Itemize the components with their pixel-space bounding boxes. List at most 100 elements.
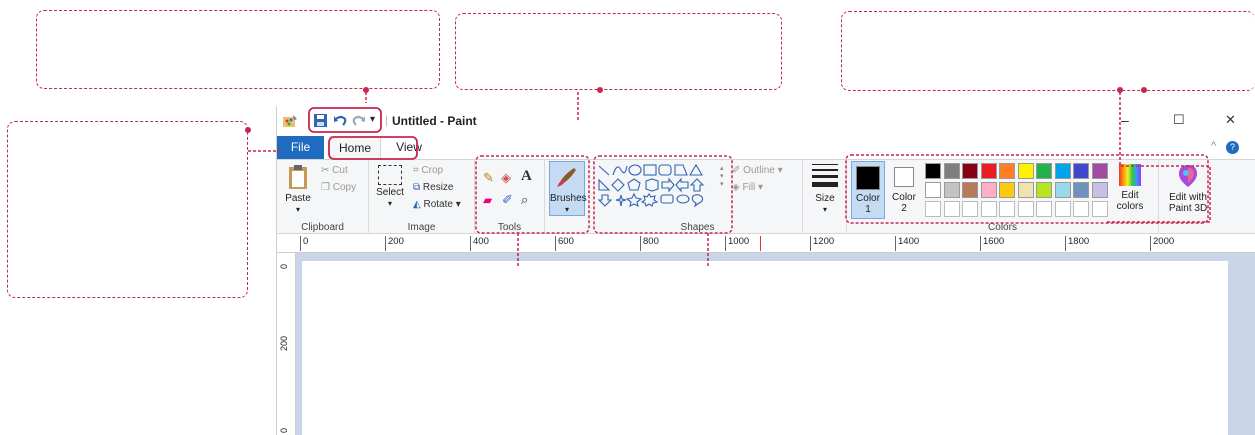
palette-swatch[interactable] — [925, 163, 941, 179]
palette-swatch[interactable] — [1054, 182, 1071, 198]
palette-swatch[interactable] — [962, 201, 978, 217]
rotate-label: Rotate — [423, 199, 453, 210]
palette-swatch[interactable] — [980, 201, 997, 217]
palette-swatch[interactable] — [1054, 201, 1071, 217]
tab-view[interactable]: View — [389, 136, 429, 159]
paste-button[interactable]: Paste ▾ — [283, 164, 313, 215]
ruler-tick-label: 1400 — [895, 236, 919, 251]
brushes-label: Brushes — [550, 193, 587, 204]
ruler-position-marker — [760, 236, 761, 251]
ruler-tick-label: 600 — [555, 236, 574, 251]
palette-swatch[interactable] — [943, 182, 960, 198]
palette-swatch[interactable] — [925, 201, 941, 217]
copy-label: Copy — [332, 182, 357, 193]
paint3d-label-1: Edit with — [1169, 192, 1207, 203]
palette-swatch[interactable] — [1091, 163, 1108, 179]
fill-button[interactable]: ◈ Fill ▾ — [732, 182, 763, 193]
tab-file[interactable]: File — [277, 136, 324, 159]
text-icon[interactable]: A — [521, 168, 532, 185]
drawing-canvas[interactable] — [302, 261, 1228, 435]
magnifier-icon[interactable]: ⌕ — [521, 192, 528, 208]
paint-window: ▾ | Untitled - Paint – ☐ ✕ File Home Vie… — [276, 106, 1255, 435]
palette-swatch[interactable] — [1073, 163, 1089, 179]
size-group: Size ▾ — [803, 160, 847, 235]
color1-number: 1 — [865, 204, 871, 215]
window-title: Untitled - Paint — [392, 114, 477, 128]
brushes-button[interactable]: Brushes ▾ — [549, 161, 587, 216]
palette-swatch[interactable] — [925, 182, 941, 198]
palette-swatch[interactable] — [1036, 163, 1052, 179]
shapes-scroll-icon[interactable]: ▴ ▾ ▾ — [720, 164, 724, 188]
brushes-dropdown-icon[interactable]: ▾ — [550, 204, 584, 215]
color2-button[interactable]: Color 2 — [887, 161, 921, 219]
palette-swatch[interactable] — [1036, 182, 1052, 198]
palette-swatch[interactable] — [999, 182, 1015, 198]
palette-swatch[interactable] — [1017, 182, 1034, 198]
collapse-ribbon-icon[interactable]: ^ — [1211, 140, 1216, 152]
outline-button[interactable]: ✐ Outline ▾ — [732, 165, 783, 176]
save-icon[interactable] — [313, 113, 328, 131]
select-dropdown-icon[interactable]: ▾ — [375, 198, 405, 209]
tab-home[interactable]: Home — [329, 136, 381, 159]
redo-icon[interactable] — [351, 113, 366, 131]
callout-title-bar — [455, 13, 782, 90]
palette-swatch[interactable] — [1091, 182, 1108, 198]
palette-swatch[interactable] — [1073, 182, 1089, 198]
paint3d-label-2: Paint 3D — [1168, 203, 1208, 214]
rotate-button[interactable]: ◭ Rotate ▾ — [413, 199, 461, 210]
resize-button[interactable]: ⧉ Resize — [413, 182, 454, 193]
color-wheel-icon — [1119, 164, 1141, 186]
paint-app-icon — [282, 113, 298, 132]
cut-label: Cut — [332, 165, 348, 176]
customize-toolbar-icon[interactable]: ▾ — [370, 114, 375, 125]
palette-swatch[interactable] — [943, 201, 960, 217]
palette-swatch[interactable] — [1091, 201, 1108, 217]
paste-icon — [289, 165, 307, 189]
palette-swatch[interactable] — [962, 163, 978, 179]
palette-swatch[interactable] — [943, 163, 960, 179]
image-label: Image — [407, 222, 436, 233]
cut-button[interactable]: ✂ Cut — [321, 165, 348, 176]
clipboard-label: Clipboard — [301, 222, 344, 233]
title-bar: ▾ | Untitled - Paint – ☐ ✕ — [277, 106, 1255, 136]
size-dropdown-icon[interactable]: ▾ — [808, 204, 842, 215]
fill-bucket-icon[interactable]: ◈ — [501, 170, 511, 186]
palette-swatch[interactable] — [999, 163, 1015, 179]
pencil-icon[interactable]: ✎ — [483, 170, 494, 186]
copy-button[interactable]: ❐ Copy — [321, 182, 356, 193]
color1-button[interactable]: Color 1 — [851, 161, 885, 219]
ruler-tick-label: 200 — [385, 236, 404, 251]
shapes-gallery[interactable] — [597, 162, 727, 218]
minimize-button[interactable]: – — [1121, 112, 1129, 128]
edit-colors-button[interactable]: Edit colors — [1111, 164, 1149, 212]
palette-swatch[interactable] — [962, 182, 978, 198]
color-picker-icon[interactable]: ✐ — [502, 192, 513, 208]
color2-number: 2 — [901, 203, 907, 214]
paste-dropdown-icon[interactable]: ▾ — [283, 204, 313, 215]
select-button[interactable]: Select ▾ — [375, 165, 405, 209]
palette-swatch[interactable] — [999, 201, 1015, 217]
crop-label: Crop — [421, 165, 444, 176]
palette-swatch[interactable] — [1017, 201, 1034, 217]
paint3d-icon — [1179, 165, 1197, 187]
eraser-icon[interactable]: ▰ — [483, 193, 492, 207]
callout-dot — [1141, 87, 1147, 93]
crop-button[interactable]: ⌗ Crop — [413, 165, 443, 176]
callout-colors — [841, 11, 1255, 91]
palette-swatch[interactable] — [1036, 201, 1052, 217]
help-icon[interactable]: ? — [1226, 141, 1239, 154]
maximize-button[interactable]: ☐ — [1173, 112, 1185, 128]
paint3d-group: Edit with Paint 3D — [1159, 160, 1215, 235]
palette-swatch[interactable] — [1073, 201, 1089, 217]
edit-with-paint3d-button[interactable]: Edit with Paint 3D — [1163, 164, 1213, 214]
outline-label: Outline — [743, 165, 775, 176]
palette-swatch[interactable] — [980, 163, 997, 179]
close-button[interactable]: ✕ — [1225, 112, 1236, 128]
size-label: Size — [815, 193, 835, 204]
palette-swatch[interactable] — [1017, 163, 1034, 179]
palette-swatch[interactable] — [980, 182, 997, 198]
tools-label: Tools — [497, 222, 522, 233]
size-button[interactable]: Size ▾ — [808, 164, 842, 215]
palette-swatch[interactable] — [1054, 163, 1071, 179]
undo-icon[interactable] — [333, 113, 348, 131]
